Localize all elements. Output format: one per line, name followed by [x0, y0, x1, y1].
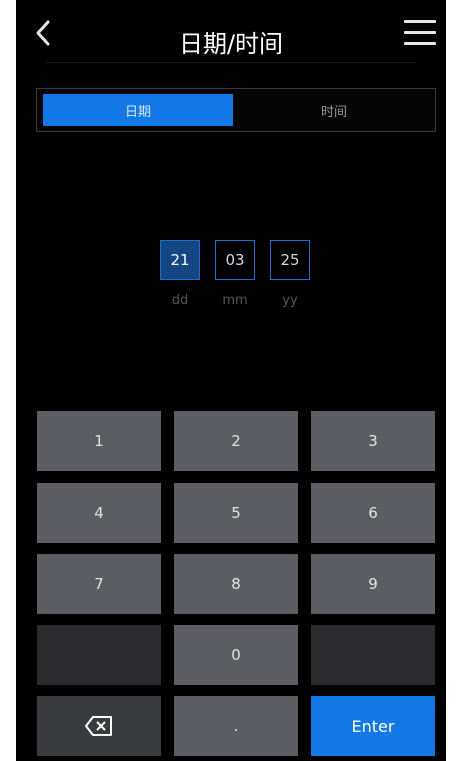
- menu-icon-line: [404, 20, 436, 23]
- backspace-icon: [85, 716, 112, 736]
- key-4[interactable]: 4: [37, 483, 161, 543]
- month-field[interactable]: 03: [215, 240, 255, 280]
- key-3[interactable]: 3: [311, 411, 435, 471]
- backspace-button[interactable]: [37, 696, 161, 756]
- tab-date[interactable]: 日期: [43, 94, 233, 126]
- mode-tabs: 日期 时间: [36, 88, 436, 132]
- key-decimal[interactable]: .: [174, 696, 298, 756]
- key-6[interactable]: 6: [311, 483, 435, 543]
- page-title: 日期/时间: [178, 30, 284, 58]
- key-2[interactable]: 2: [174, 411, 298, 471]
- header: 日期/时间: [16, 0, 446, 76]
- year-unit-label: yy: [282, 293, 298, 308]
- day-unit-label: dd: [171, 293, 189, 308]
- month-unit-label: mm: [222, 293, 248, 308]
- day-field[interactable]: 21: [160, 240, 200, 280]
- key-0[interactable]: 0: [174, 625, 298, 685]
- key-blank-right: [311, 625, 435, 685]
- date-time-screen: 日期/时间 日期 时间 21 03 25 dd mm yy 1 2 3 4 5 …: [16, 0, 446, 761]
- menu-icon-line: [404, 31, 436, 34]
- key-7[interactable]: 7: [37, 554, 161, 614]
- menu-button[interactable]: [404, 20, 436, 46]
- key-8[interactable]: 8: [174, 554, 298, 614]
- tab-time[interactable]: 时间: [237, 94, 431, 126]
- key-9[interactable]: 9: [311, 554, 435, 614]
- menu-icon-line: [404, 42, 436, 45]
- key-1[interactable]: 1: [37, 411, 161, 471]
- key-5[interactable]: 5: [174, 483, 298, 543]
- header-divider: [46, 62, 416, 63]
- enter-button[interactable]: Enter: [311, 696, 435, 756]
- key-blank-left: [37, 625, 161, 685]
- year-field[interactable]: 25: [270, 240, 310, 280]
